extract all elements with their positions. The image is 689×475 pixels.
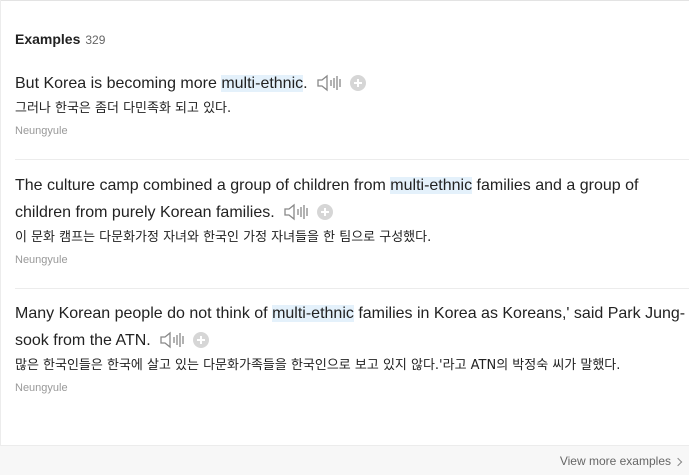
example-english: But Korea is becoming more multi-ethnic. (15, 70, 689, 97)
examples-footer: View more examples (0, 445, 689, 475)
left-border (0, 0, 1, 475)
examples-count: 329 (85, 33, 106, 47)
example-source: Neungyule (15, 382, 68, 394)
speaker-icon[interactable] (316, 74, 342, 92)
divider (15, 159, 689, 160)
speaker-icon[interactable] (283, 203, 309, 221)
example-source: Neungyule (15, 254, 68, 266)
view-more-examples-link[interactable]: View more examples (559, 454, 683, 468)
example-item: The culture camp combined a group of chi… (15, 172, 689, 266)
example-source: Neungyule (15, 125, 68, 137)
example-english: Many Korean people do not think of multi… (15, 305, 686, 349)
examples-title: Examples (15, 31, 81, 47)
highlighted-term[interactable]: multi-ethnic (390, 177, 473, 194)
speaker-icon[interactable] (159, 331, 185, 349)
examples-header: Examples 329 (15, 31, 105, 47)
example-item: But Korea is becoming more multi-ethnic.… (15, 70, 689, 137)
example-korean: 이 문화 캠프는 다문화가정 자녀와 한국인 가정 자녀들을 한 팀으로 구성했… (15, 230, 432, 245)
view-more-label: View more examples (559, 454, 671, 468)
example-english: The culture camp combined a group of chi… (15, 177, 639, 221)
chevron-right-icon (673, 457, 683, 466)
add-to-wordlist-icon[interactable] (349, 75, 366, 91)
add-to-wordlist-icon[interactable] (192, 332, 209, 348)
example-korean: 그러나 한국은 좀더 다민족화 되고 있다. (15, 101, 232, 116)
divider (15, 288, 689, 289)
add-to-wordlist-icon[interactable] (316, 204, 333, 220)
example-item: Many Korean people do not think of multi… (15, 300, 689, 394)
highlighted-term[interactable]: multi-ethnic (272, 305, 354, 322)
highlighted-term[interactable]: multi-ethnic (221, 75, 304, 92)
example-korean: 많은 한국인들은 한국에 살고 있는 다문화가족들을 한국인으로 보고 있지 않… (15, 358, 621, 373)
top-border (0, 0, 689, 1)
